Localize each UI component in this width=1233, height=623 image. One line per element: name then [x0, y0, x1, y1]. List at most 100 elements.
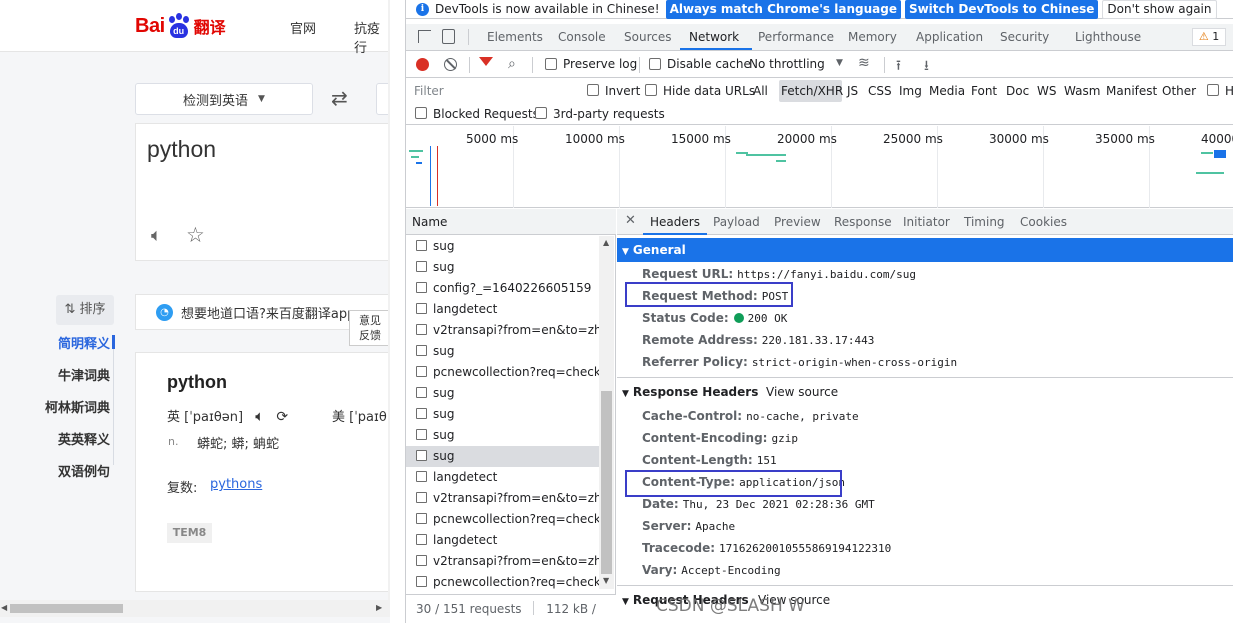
source-language-select[interactable]: 检测到英语 ▼ [135, 83, 313, 115]
nav-covid-link[interactable]: 抗疫行 [354, 18, 390, 56]
request-checkbox[interactable] [416, 576, 427, 587]
filter-icon[interactable] [479, 57, 493, 66]
request-row[interactable]: pcnewcollection?req=check&fa [406, 509, 601, 530]
search-icon[interactable]: ⌕ [508, 56, 516, 72]
request-checkbox[interactable] [416, 492, 427, 503]
filter-type-media[interactable]: Media [929, 84, 965, 98]
invert-checkbox[interactable] [587, 84, 599, 96]
request-checkbox[interactable] [416, 471, 427, 482]
tab-memory[interactable]: Memory [848, 30, 897, 44]
request-checkbox[interactable] [416, 324, 427, 335]
tab-elements[interactable]: Elements [487, 30, 543, 44]
close-icon[interactable]: ✕ [625, 213, 636, 228]
request-row[interactable]: v2transapi?from=en&to=zh [406, 551, 601, 572]
request-checkbox[interactable] [416, 555, 427, 566]
throttling-select[interactable]: No throttling [749, 57, 825, 71]
request-checkbox[interactable] [416, 240, 427, 251]
request-checkbox[interactable] [416, 534, 427, 545]
request-row[interactable]: sug [406, 404, 601, 425]
filter-type-fetch-xhr[interactable]: Fetch/XHR [781, 84, 843, 98]
request-checkbox[interactable] [416, 366, 427, 377]
import-har-icon[interactable]: ⭱ [896, 55, 901, 79]
filter-type-ws[interactable]: WS [1037, 84, 1056, 98]
speaker-icon[interactable]: 🔈︎ [151, 225, 162, 246]
request-row[interactable]: langdetect [406, 299, 601, 320]
side-nav-item-collins[interactable]: 柯林斯词典 [20, 397, 110, 416]
scroll-right-icon[interactable]: ▶ [376, 603, 382, 612]
name-column-header[interactable]: Name [406, 209, 616, 235]
request-checkbox[interactable] [416, 450, 427, 461]
chevron-down-icon[interactable]: ▼ [836, 58, 843, 68]
export-har-icon[interactable]: ⭳ [924, 55, 929, 79]
request-row[interactable]: pcnewcollection?req=check&fa [406, 362, 601, 383]
request-row[interactable]: pcnewcollection?req=check&fa [406, 572, 601, 593]
filter-type-doc[interactable]: Doc [1006, 84, 1029, 98]
record-icon[interactable] [416, 58, 429, 71]
request-checkbox[interactable] [416, 282, 427, 293]
scroll-down-icon[interactable]: ▼ [603, 576, 609, 585]
tab-preview[interactable]: Preview [774, 215, 821, 229]
always-match-language-button[interactable]: Always match Chrome's language [665, 0, 901, 19]
tab-console[interactable]: Console [558, 30, 606, 44]
star-icon[interactable]: ☆ [186, 223, 205, 247]
view-source-link[interactable]: View source [766, 380, 838, 404]
blocked-requests-checkbox[interactable] [415, 107, 427, 119]
request-row[interactable]: v2transapi?from=en&to=zh [406, 488, 601, 509]
side-nav-item-en-en[interactable]: 英英释义 [20, 429, 110, 448]
scroll-thumb[interactable] [601, 391, 612, 574]
dont-show-again-button[interactable]: Don't show again [1102, 0, 1217, 19]
filter-type-font[interactable]: Font [971, 84, 997, 98]
hide-data-urls-checkbox[interactable] [645, 84, 657, 96]
request-checkbox[interactable] [416, 261, 427, 272]
request-row[interactable]: v2transapi?from=en&to=zh [406, 320, 601, 341]
request-checkbox[interactable] [416, 387, 427, 398]
speaker-icon[interactable]: 🔈︎ [255, 407, 264, 425]
filter-type-other[interactable]: Other [1162, 84, 1196, 98]
swap-languages-icon[interactable]: ⇄ [331, 86, 348, 110]
tab-timing[interactable]: Timing [964, 215, 1005, 229]
request-checkbox[interactable] [416, 429, 427, 440]
clear-icon[interactable] [444, 58, 457, 71]
network-timeline-overview[interactable]: 5000 ms 10000 ms 15000 ms 20000 ms 25000… [406, 126, 1233, 208]
request-row[interactable]: sug [406, 446, 601, 467]
switch-to-chinese-button[interactable]: Switch DevTools to Chinese [904, 0, 1099, 19]
tab-application[interactable]: Application [916, 30, 983, 44]
request-checkbox[interactable] [416, 345, 427, 356]
request-row[interactable]: langdetect [406, 467, 601, 488]
sort-button[interactable]: ⇅ 排序 [56, 295, 114, 325]
vertical-scrollbar[interactable]: ▲ [388, 0, 390, 600]
general-section-header[interactable]: ▼ General [617, 238, 1233, 262]
request-list-scrollbar[interactable]: ▲ ▼ [599, 236, 614, 589]
tab-payload[interactable]: Payload [713, 215, 760, 229]
request-row[interactable]: sug [406, 257, 601, 278]
scroll-thumb[interactable] [10, 604, 123, 613]
side-nav-item-oxford[interactable]: 牛津词典 [20, 365, 110, 384]
request-row[interactable]: sug [406, 236, 601, 257]
filter-type-js[interactable]: JS [847, 84, 858, 98]
tab-initiator[interactable]: Initiator [903, 215, 950, 229]
inspect-element-icon[interactable] [418, 30, 431, 43]
feedback-button[interactable]: 意见 反馈 [349, 310, 390, 346]
tab-cookies[interactable]: Cookies [1020, 215, 1067, 229]
disable-cache-checkbox[interactable] [649, 58, 661, 70]
tab-headers[interactable]: Headers [650, 215, 700, 229]
filter-type-all[interactable]: All [753, 84, 768, 98]
repeat-play-icon[interactable]: ⟳ [276, 409, 288, 425]
request-checkbox[interactable] [416, 303, 427, 314]
request-row[interactable]: langdetect [406, 530, 601, 551]
scroll-up-icon[interactable]: ▲ [603, 238, 609, 247]
plural-link[interactable]: pythons [210, 477, 262, 492]
filter-type-manifest[interactable]: Manifest [1106, 84, 1157, 98]
translate-input-box[interactable]: python 🔈︎ ☆ [135, 123, 390, 261]
has-blocked-cookies-checkbox[interactable] [1207, 84, 1219, 96]
request-row[interactable]: sug [406, 341, 601, 362]
side-nav-item-concise[interactable]: 简明释义 [20, 333, 110, 352]
tab-response[interactable]: Response [834, 215, 892, 229]
response-headers-section-header[interactable]: ▼ Response Headers View source [617, 380, 1233, 404]
device-toolbar-icon[interactable] [442, 29, 455, 44]
third-party-checkbox[interactable] [535, 107, 547, 119]
baidu-fanyi-logo[interactable]: Bai du 翻译 [135, 12, 226, 40]
filter-type-wasm[interactable]: Wasm [1064, 84, 1100, 98]
translate-input-text[interactable]: python [147, 136, 216, 163]
request-checkbox[interactable] [416, 408, 427, 419]
